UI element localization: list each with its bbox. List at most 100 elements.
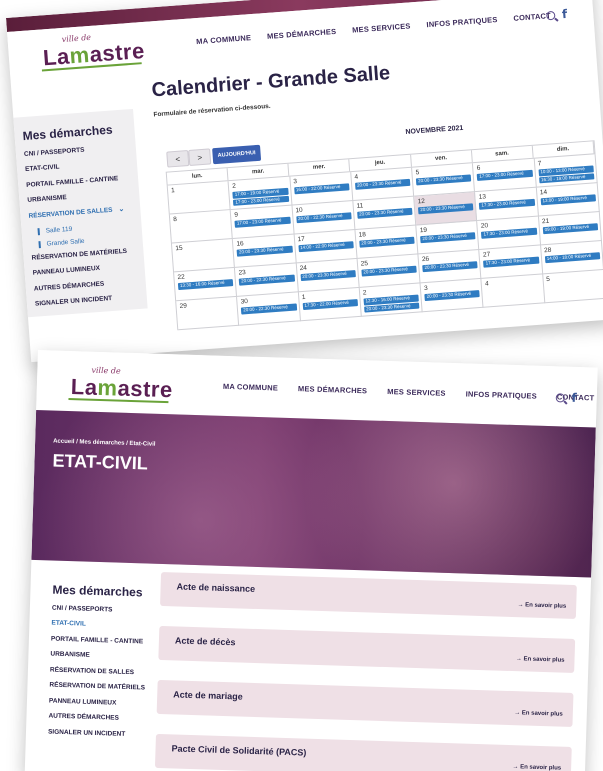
calendar-day-cell[interactable]: 9 17:00 - 23:00 Réservé xyxy=(230,205,295,239)
calendar-day-cell[interactable]: 2 12:30 - 16:00 Réservé 20:00 - 23:30 Rése… xyxy=(359,283,423,317)
sidebar-item-reservation-materiels[interactable]: RÉSERVATION DE MATÉRIELS xyxy=(49,682,149,693)
sidebar-subitem-salle-119[interactable]: Salle 119 xyxy=(37,220,142,236)
calendar-day-cell[interactable]: 8 xyxy=(169,210,234,244)
calendar-day-number: 29 xyxy=(179,302,188,311)
calendar-month-label: NOVEMBRE 2021 xyxy=(405,124,464,137)
facebook-icon[interactable]: f xyxy=(571,391,577,405)
more-link[interactable]: → En savoir plus xyxy=(516,656,565,664)
card-title: Acte de décès xyxy=(174,635,236,648)
sidebar-item-urbanisme[interactable]: URBANISME xyxy=(27,189,139,205)
calendar-day-cell[interactable]: 20 17:30 - 23:00 Réservé xyxy=(477,216,541,250)
photo-collage: ville de Lamastre MA COMMUNE MES DÉMARCH… xyxy=(0,0,603,771)
sidebar-item-cni[interactable]: CNI / PASSEPORTS xyxy=(52,605,152,616)
calendar-day-cell[interactable]: 13 17:30 - 23:00 Réservé xyxy=(475,187,539,222)
sidebar-item-etat-civil[interactable]: ETAT-CIVIL xyxy=(51,620,151,631)
today-button[interactable]: AUJOURD'HUI xyxy=(212,144,262,165)
calendar-day-cell[interactable]: 15 xyxy=(171,238,236,273)
calendar-day-cell[interactable]: 17 14:00 - 22:00 Réservé xyxy=(294,229,358,264)
sidebar-item-reservation-salles[interactable]: RÉSERVATION DE SALLES xyxy=(50,666,150,677)
nav-item-infos-pratiques[interactable]: INFOS PRATIQUES xyxy=(426,15,498,29)
calendar-day-cell[interactable]: 5 20:00 - 23:30 Réservé xyxy=(412,163,476,197)
prev-month-button[interactable]: < xyxy=(166,150,190,168)
header-icons: f xyxy=(555,390,577,405)
sidebar-item-portail-famille[interactable]: PORTAIL FAMILLE - CANTINE xyxy=(26,174,138,190)
page-subtitle: Formulaire de réservation ci-dessous. xyxy=(153,102,271,119)
calendar-day-cell[interactable]: 21 09:00 - 19:00 Réservé xyxy=(538,212,602,246)
calendar-day-cell[interactable]: 10 20:00 - 22:30 Réservé xyxy=(292,201,356,235)
facebook-icon[interactable]: f xyxy=(561,7,567,21)
calendar-day-cell[interactable]: 1 17:30 - 22:00 Réservé xyxy=(298,287,362,322)
card-pacs[interactable]: Pacte Civil de Solidarité (PACS) → En sa… xyxy=(154,733,572,771)
site-logo[interactable]: ville de Lamastre xyxy=(37,26,149,72)
calendar-day-number: 8 xyxy=(172,216,178,224)
more-link[interactable]: → En savoir plus xyxy=(512,764,561,771)
calendar-day-cell[interactable]: 29 xyxy=(176,296,240,331)
sidebar-title: Mes démarches xyxy=(22,122,114,144)
search-icon[interactable] xyxy=(545,10,556,20)
search-icon[interactable] xyxy=(555,392,565,403)
calendar-day-cell[interactable]: 28 14:00 - 18:00 Réservé xyxy=(540,240,603,275)
main-nav: MA COMMUNE MES DÉMARCHES MES SERVICES IN… xyxy=(223,381,595,402)
sidebar-subitem-grande-salle[interactable]: Grande Salle xyxy=(38,233,143,249)
nav-item-ma-commune[interactable]: MA COMMUNE xyxy=(196,33,252,46)
calendar-day-number: 15 xyxy=(175,244,183,253)
calendar-day-cell[interactable]: 4 20:00 - 23:30 Réservé xyxy=(351,167,415,202)
calendar-day-cell[interactable]: 5 xyxy=(542,269,603,304)
nav-item-ma-commune[interactable]: MA COMMUNE xyxy=(223,381,278,392)
sidebar-item-cni[interactable]: CNI / PASSEPORTS xyxy=(24,143,136,159)
sidebar-title: Mes démarches xyxy=(52,582,143,600)
sidebar-item-etat-civil[interactable]: ETAT-CIVIL xyxy=(25,158,137,174)
calendar-day-cell[interactable]: 30 20:00 - 22:30 Réservé xyxy=(237,292,301,326)
sidebar-item-reservation-salles[interactable]: RÉSERVATION DE SALLES ⌄ xyxy=(28,205,140,221)
more-link[interactable]: → En savoir plus xyxy=(517,602,566,610)
calendar-day-cell[interactable]: 19 20:00 - 23:30 Réservé xyxy=(416,221,480,255)
calendar-day-cell[interactable]: 26 20:00 - 23:30 Réservé xyxy=(418,249,482,284)
card-acte-deces[interactable]: Acte de décès → En savoir plus xyxy=(158,625,576,673)
card-acte-mariage[interactable]: Acte de mariage → En savoir plus xyxy=(156,679,574,727)
calendar-day-cell[interactable]: 27 17:30 - 23:00 Réservé xyxy=(479,245,543,279)
nav-item-mes-services[interactable]: MES SERVICES xyxy=(352,21,411,34)
sidebar-item-panneau-lumineux[interactable]: PANNEAU LUMINEUX xyxy=(33,262,145,278)
calendar-grid: lun. mar. mer. jeu. ven. sam. dim. 1 2 17:… xyxy=(165,140,603,331)
sidebar-item-reservation-materiels[interactable]: RÉSERVATION DE MATÉRIELS xyxy=(31,246,143,262)
calendar-day-cell[interactable]: 3 20:00 - 23:30 Réservé xyxy=(420,278,484,313)
page-title: Calendrier - Grande Salle xyxy=(150,62,391,102)
card-title: Acte de naissance xyxy=(176,581,256,594)
sidebar-item-signaler-incident[interactable]: SIGNALER UN INCIDENT xyxy=(48,728,148,739)
sidebar-item-autres-demarches[interactable]: AUTRES DÉMARCHES xyxy=(48,713,148,724)
calendar-day-cell[interactable]: 24 20:00 - 23:30 Réservé xyxy=(296,258,360,293)
site-logo[interactable]: ville de Lamastre xyxy=(66,362,177,404)
nav-item-infos-pratiques[interactable]: INFOS PRATIQUES xyxy=(466,389,537,400)
next-month-button[interactable]: > xyxy=(188,148,212,166)
sidebar-item-panneau-lumineux[interactable]: PANNEAU LUMINEUX xyxy=(49,697,149,708)
calendar-day-cell[interactable]: 7 10:00 - 13:00 Réservé 16:30 - 19:00 Rése… xyxy=(534,154,598,188)
nav-item-mes-demarches[interactable]: MES DÉMARCHES xyxy=(298,384,368,395)
sidebar-item-urbanisme[interactable]: URBANISME xyxy=(50,651,150,662)
calendar-day-cell[interactable]: 18 20:00 - 23:30 Réservé xyxy=(355,225,419,259)
calendar-day-cell[interactable]: 1 xyxy=(167,181,231,215)
sidebar-item-portail-famille[interactable]: PORTAIL FAMILLE - CANTINE xyxy=(51,635,151,646)
nav-item-mes-demarches[interactable]: MES DÉMARCHES xyxy=(267,26,337,40)
calendar-day-cell[interactable]: 16 20:00 - 23:30 Réservé xyxy=(233,234,297,268)
sidebar-item-signaler-incident[interactable]: SIGNALER UN INCIDENT xyxy=(35,293,147,309)
calendar-day-cell[interactable]: 23 20:00 - 22:30 Réservé xyxy=(235,263,299,297)
calendar-day-cell[interactable]: 12 20:00 - 23:30 Réservé xyxy=(414,192,478,226)
calendar-day-number: 5 xyxy=(546,275,551,284)
calendar-day-cell[interactable]: 6 17:00 - 23:00 Réservé xyxy=(473,158,537,193)
calendar-day-cell[interactable]: 4 xyxy=(481,274,546,308)
card-acte-naissance[interactable]: Acte de naissance → En savoir plus xyxy=(160,571,577,620)
nav-item-mes-services[interactable]: MES SERVICES xyxy=(387,386,446,397)
calendar-day-cell[interactable]: 25 20:00 - 23:30 Réservé xyxy=(357,254,421,288)
hero-banner xyxy=(31,409,596,578)
calendar-day-cell[interactable]: 22 13:30 - 16:00 Réservé xyxy=(174,267,238,302)
more-link[interactable]: → En savoir plus xyxy=(514,710,563,718)
etat-civil-screenshot: ville de Lamastre MA COMMUNE MES DÉMARCH… xyxy=(24,350,598,771)
card-title: Acte de mariage xyxy=(173,689,243,702)
calendar-day-cell[interactable]: 2 17:00 - 19:00 Réservé 17:00 - 23:00 Rése… xyxy=(228,176,293,211)
main-nav: MA COMMUNE MES DÉMARCHES MES SERVICES IN… xyxy=(196,11,551,46)
calendar-day-cell[interactable]: 11 20:00 - 23:30 Réservé xyxy=(353,196,417,230)
sidebar-item-autres-demarches[interactable]: AUTRES DÉMARCHES xyxy=(34,277,146,293)
calendar-day-cell[interactable]: 3 16:00 - 22:00 Réservé xyxy=(289,172,354,206)
calendar-day-cell[interactable]: 14 13:00 - 19:00 Réservé xyxy=(536,183,600,217)
calendar-day-number: 4 xyxy=(484,280,490,288)
